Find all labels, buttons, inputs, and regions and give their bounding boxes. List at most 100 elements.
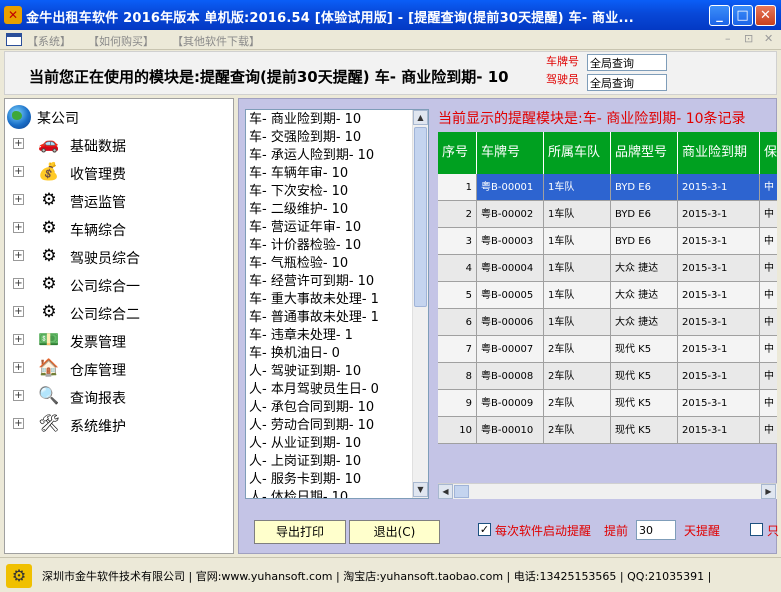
tree-item[interactable]: + 🛠 系统维护 — [13, 413, 228, 435]
only-checkbox[interactable] — [750, 523, 763, 536]
module-list-item[interactable]: 车- 换机油日- 0 — [249, 345, 340, 363]
table-cell: 粤B-00005 — [477, 282, 544, 309]
module-list-item[interactable]: 车- 违章未处理- 1 — [249, 327, 353, 345]
table-row[interactable]: 8 粤B-00008 2车队 现代 K5 2015-3-1 中 — [438, 363, 777, 390]
module-list-item[interactable]: 人- 承包合同到期- 10 — [249, 399, 374, 417]
module-list-item[interactable]: 车- 承运人险到期- 10 — [249, 147, 374, 165]
tree-item[interactable]: + 🚗 基础数据 — [13, 133, 228, 155]
plate-label: 车牌号 — [546, 55, 579, 68]
module-list-item[interactable]: 车- 重大事故未处理- 1 — [249, 291, 379, 309]
module-list-item[interactable]: 车- 普通事故未处理- 1 — [249, 309, 379, 327]
expand-icon[interactable]: + — [13, 166, 24, 177]
tree-item[interactable]: + ⚙ 营运监管 — [13, 189, 228, 211]
menu-how-to-buy[interactable]: 【如何购买】 — [88, 33, 154, 49]
module-list-item[interactable]: 人- 驾驶证到期- 10 — [249, 363, 361, 381]
table-cell: 大众 捷达 — [611, 309, 678, 336]
table-cell: 8 — [438, 363, 477, 390]
taxi-app-icon[interactable]: ✕ — [4, 6, 22, 24]
table-cell: 10 — [438, 417, 477, 444]
module-list-item[interactable]: 人- 本月驾驶员生日- 0 — [249, 381, 379, 399]
scroll-left-button[interactable]: ◀ — [438, 484, 453, 499]
table-row[interactable]: 6 粤B-00006 1车队 大众 捷达 2015-3-1 中 — [438, 309, 777, 336]
module-list-item[interactable]: 车- 车辆年审- 10 — [249, 165, 348, 183]
export-print-button[interactable]: 导出打印 — [254, 520, 346, 544]
tree-item[interactable]: + ⚙ 驾驶员综合 — [13, 245, 228, 267]
table-hscrollbar[interactable]: ◀ ▶ — [438, 483, 777, 499]
expand-icon[interactable]: + — [13, 250, 24, 261]
document-icon[interactable] — [6, 33, 22, 46]
tree-item[interactable]: + ⚙ 车辆综合 — [13, 217, 228, 239]
menu-other-software[interactable]: 【其他软件下载】 — [172, 33, 260, 49]
table-row[interactable]: 4 粤B-00004 1车队 大众 捷达 2015-3-1 中 — [438, 255, 777, 282]
table-row[interactable]: 9 粤B-00009 2车队 现代 K5 2015-3-1 中 — [438, 390, 777, 417]
table-row[interactable]: 2 粤B-00002 1车队 BYD E6 2015-3-1 中 — [438, 201, 777, 228]
tree-item[interactable]: + ⚙ 公司综合一 — [13, 273, 228, 295]
module-list-item[interactable]: 车- 经营许可到期- 10 — [249, 273, 374, 291]
expand-icon[interactable]: + — [13, 138, 24, 149]
expand-icon[interactable]: + — [13, 362, 24, 373]
module-list[interactable]: 车- 商业险到期- 10 车- 交强险到期- 10 车- 承运人险到期- 10 车- … — [245, 109, 429, 499]
module-list-item[interactable]: 车- 计价器检验- 10 — [249, 237, 361, 255]
module-list-item[interactable]: 人- 服务卡到期- 10 — [249, 471, 361, 489]
table-row[interactable]: 10 粤B-00010 2车队 现代 K5 2015-3-1 中 — [438, 417, 777, 444]
tree-item[interactable]: + 💵 发票管理 — [13, 329, 228, 351]
minimize-button[interactable]: _ — [709, 5, 730, 26]
table-cell: 2015-3-1 — [678, 336, 760, 363]
advance-days-input[interactable] — [636, 520, 676, 540]
module-list-item[interactable]: 人- 上岗证到期- 10 — [249, 453, 361, 471]
table-cell: 中 — [760, 309, 777, 336]
scroll-right-button[interactable]: ▶ — [761, 484, 776, 499]
table-row[interactable]: 3 粤B-00003 1车队 BYD E6 2015-3-1 中 — [438, 228, 777, 255]
expand-icon[interactable]: + — [13, 334, 24, 345]
table-row[interactable]: 1 粤B-00001 1车队 BYD E6 2015-3-1 中 — [438, 174, 777, 201]
expand-icon[interactable]: + — [13, 194, 24, 205]
module-list-item[interactable]: 人- 体检日期- 10 — [249, 489, 348, 498]
plate-search-input[interactable] — [587, 54, 667, 71]
module-list-item[interactable]: 车- 商业险到期- 10 — [249, 111, 361, 129]
module-list-item[interactable]: 人- 劳动合同到期- 10 — [249, 417, 374, 435]
column-header[interactable]: 序号 — [438, 132, 477, 174]
table-cell: 1车队 — [544, 201, 611, 228]
table-cell: BYD E6 — [611, 174, 678, 201]
driver-search-input[interactable] — [587, 74, 667, 91]
table-row[interactable]: 5 粤B-00005 1车队 大众 捷达 2015-3-1 中 — [438, 282, 777, 309]
expand-icon[interactable]: + — [13, 278, 24, 289]
maximize-button[interactable]: □ — [732, 5, 753, 26]
column-header[interactable]: 商业险到期 — [678, 132, 760, 174]
tree-item-label: 车辆综合 — [70, 223, 126, 239]
tree-item[interactable]: + ⚙ 公司综合二 — [13, 301, 228, 323]
module-list-item[interactable]: 车- 交强险到期- 10 — [249, 129, 361, 147]
scroll-thumb[interactable] — [414, 127, 427, 307]
close-button[interactable]: ✕ — [755, 5, 776, 26]
tree-item-label: 基础数据 — [70, 139, 126, 155]
mdi-restore-button[interactable]: ⊡ — [744, 32, 753, 45]
table-row[interactable]: 7 粤B-00007 2车队 现代 K5 2015-3-1 中 — [438, 336, 777, 363]
title-bar[interactable]: ✕ 金牛出租车软件 2016年版本 单机版:2016.54 [体验试用版] - … — [0, 0, 781, 30]
module-list-item[interactable]: 人- 从业证到期- 10 — [249, 435, 361, 453]
column-header[interactable]: 所属车队 — [544, 132, 611, 174]
mdi-minimize-button[interactable]: – — [725, 32, 731, 45]
tree-item[interactable]: + 🏠 仓库管理 — [13, 357, 228, 379]
module-list-item[interactable]: 车- 下次安检- 10 — [249, 183, 348, 201]
column-header[interactable]: 车牌号 — [477, 132, 544, 174]
expand-icon[interactable]: + — [13, 222, 24, 233]
tree-item[interactable]: + 🔍 查询报表 — [13, 385, 228, 407]
module-list-item[interactable]: 车- 气瓶检验- 10 — [249, 255, 348, 273]
column-header[interactable]: 保 — [760, 132, 777, 174]
menu-system[interactable]: 【系统】 — [27, 33, 71, 49]
tree-item[interactable]: + 💰 收管理费 — [13, 161, 228, 183]
mdi-close-button[interactable]: ✕ — [764, 32, 773, 45]
table-cell: 粤B-00008 — [477, 363, 544, 390]
expand-icon[interactable]: + — [13, 306, 24, 317]
module-list-item[interactable]: 车- 二级维护- 10 — [249, 201, 348, 219]
module-list-scrollbar[interactable]: ▲ ▼ — [412, 110, 428, 498]
hscroll-thumb[interactable] — [454, 485, 469, 498]
expand-icon[interactable]: + — [13, 390, 24, 401]
scroll-up-button[interactable]: ▲ — [413, 110, 428, 125]
module-list-item[interactable]: 车- 营运证年审- 10 — [249, 219, 361, 237]
exit-button[interactable]: 退出(C) — [349, 520, 440, 544]
expand-icon[interactable]: + — [13, 418, 24, 429]
scroll-down-button[interactable]: ▼ — [413, 482, 428, 497]
column-header[interactable]: 品牌型号 — [611, 132, 678, 174]
startup-reminder-checkbox[interactable]: ✓ — [478, 523, 491, 536]
